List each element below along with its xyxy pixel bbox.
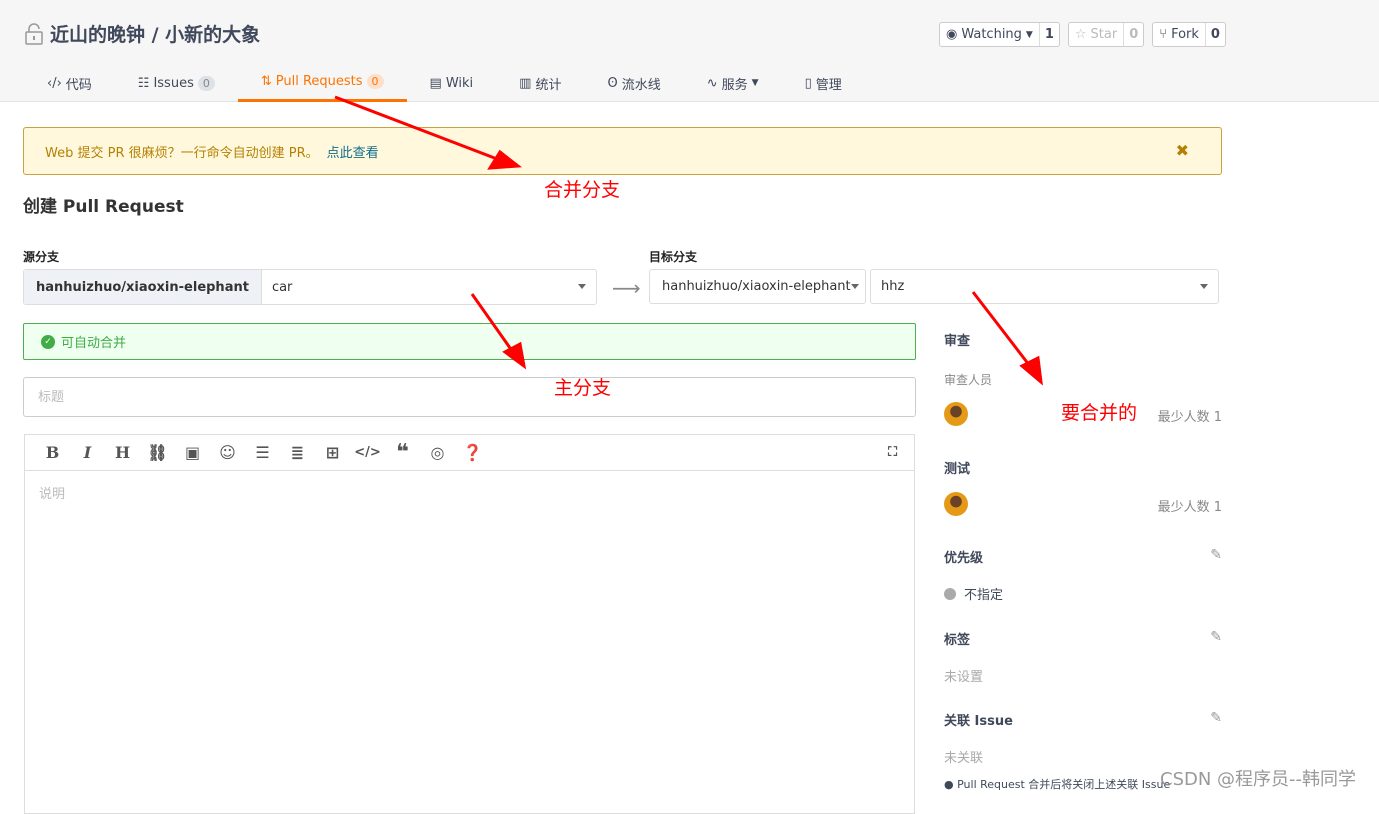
annotation-arrowhead xyxy=(487,149,523,170)
annotation-arrow xyxy=(971,291,1035,371)
annotation-arrows xyxy=(334,95,1043,386)
annotation-text: 主分支 xyxy=(554,377,612,399)
annotation-arrow xyxy=(334,95,506,164)
annotation-text: 合并分支 xyxy=(544,179,621,201)
annotation-text: 要合并的 xyxy=(1061,402,1138,424)
annotation-arrow xyxy=(470,293,517,356)
watermark: CSDN @程序员--韩同学 xyxy=(1160,769,1357,790)
